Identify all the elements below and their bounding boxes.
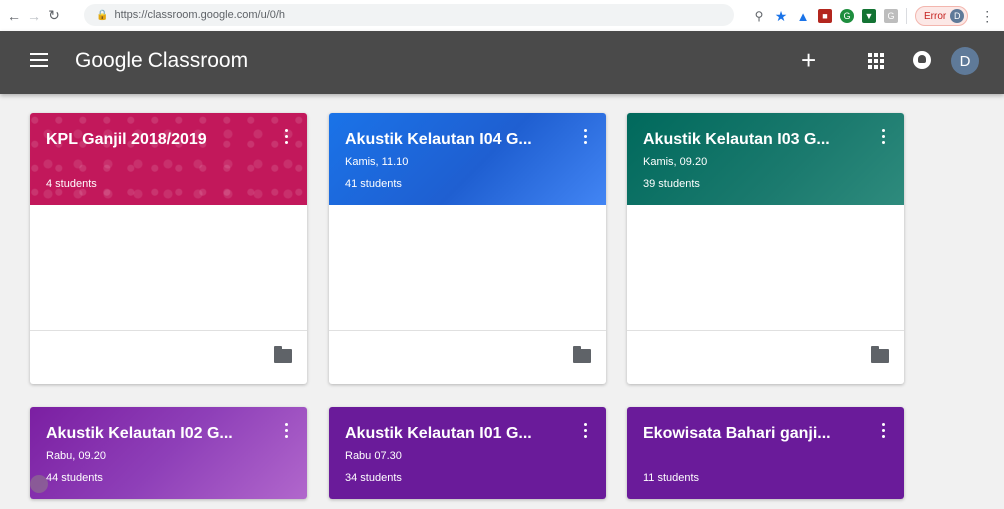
more-options-icon[interactable] <box>582 129 588 147</box>
toolbar-divider <box>906 8 907 24</box>
lock-icon: 🔒 <box>96 9 109 21</box>
add-class-icon[interactable]: + <box>801 46 816 74</box>
class-card-header[interactable]: Akustik Kelautan I02 G... Rabu, 09.20 44… <box>30 407 307 499</box>
class-card-header[interactable]: Akustik Kelautan I04 G... Kamis, 11.10 4… <box>329 113 606 205</box>
class-title[interactable]: KPL Ganjil 2018/2019 <box>46 131 266 149</box>
class-title[interactable]: Ekowisata Bahari ganji... <box>643 425 863 443</box>
class-title[interactable]: Akustik Kelautan I04 G... <box>345 131 565 149</box>
class-title[interactable]: Akustik Kelautan I03 G... <box>643 131 863 149</box>
class-card: Akustik Kelautan I01 G... Rabu 07.30 34 … <box>329 407 606 499</box>
more-options-icon[interactable] <box>283 129 289 147</box>
class-card: KPL Ganjil 2018/2019 4 students <box>30 113 307 384</box>
class-grid: KPL Ganjil 2018/2019 4 students Akustik … <box>0 94 1004 509</box>
notifications-icon[interactable] <box>913 51 931 69</box>
forward-icon[interactable]: → <box>24 6 44 26</box>
class-schedule: Rabu 07.30 <box>345 450 402 462</box>
extension-grey-icon[interactable]: G <box>884 9 898 23</box>
class-card-body <box>627 205 904 331</box>
student-count: 41 students <box>345 178 402 190</box>
grammarly-icon[interactable]: G <box>840 9 854 23</box>
folder-icon[interactable] <box>871 346 889 363</box>
student-count: 39 students <box>643 178 700 190</box>
graduation-cap-icon[interactable]: ▲ <box>796 9 810 24</box>
class-card: Akustik Kelautan I04 G... Kamis, 11.10 4… <box>329 113 606 384</box>
app-logo[interactable]: Google Classroom <box>75 49 248 73</box>
extension-green-icon[interactable]: ▼ <box>862 9 876 23</box>
class-card: Akustik Kelautan I03 G... Kamis, 09.20 3… <box>627 113 904 384</box>
class-schedule: Kamis, 11.10 <box>345 156 409 168</box>
address-bar[interactable]: 🔒 https://classroom.google.com/u/0/h <box>84 4 734 26</box>
folder-icon[interactable] <box>274 346 292 363</box>
back-icon[interactable]: ← <box>4 6 24 26</box>
class-card: Ekowisata Bahari ganji... 11 students <box>627 407 904 499</box>
classroom-header: Google Classroom + D <box>0 31 1004 94</box>
class-schedule: Rabu, 09.20 <box>46 450 106 462</box>
extension-red-icon[interactable]: ■ <box>818 9 832 23</box>
class-card-footer <box>30 331 307 384</box>
apps-grid-icon[interactable] <box>868 53 884 69</box>
more-options-icon[interactable] <box>880 129 886 147</box>
class-card-header[interactable]: KPL Ganjil 2018/2019 4 students <box>30 113 307 205</box>
browser-menu-icon[interactable]: ⋮ <box>980 8 994 25</box>
profile-avatar-small: D <box>950 9 965 23</box>
class-card-header[interactable]: Akustik Kelautan I01 G... Rabu 07.30 34 … <box>329 407 606 499</box>
help-bubble-icon[interactable] <box>30 475 48 493</box>
student-count: 34 students <box>345 472 402 484</box>
account-avatar[interactable]: D <box>951 47 979 75</box>
url-text: https://classroom.google.com/u/0/h <box>114 9 286 21</box>
brand-product: Classroom <box>147 49 249 72</box>
hamburger-menu-icon[interactable] <box>30 53 48 67</box>
class-card-body <box>30 205 307 331</box>
class-card: Akustik Kelautan I02 G... Rabu, 09.20 44… <box>30 407 307 499</box>
class-card-header[interactable]: Ekowisata Bahari ganji... 11 students <box>627 407 904 499</box>
class-schedule: Kamis, 09.20 <box>643 156 708 168</box>
profile-error-button[interactable]: Error D <box>915 6 969 26</box>
zoom-icon[interactable]: ⚲ <box>752 9 766 23</box>
reload-icon[interactable]: ↻ <box>44 6 64 26</box>
error-label: Error <box>924 10 947 22</box>
student-count: 4 students <box>46 178 97 190</box>
class-title[interactable]: Akustik Kelautan I01 G... <box>345 425 565 443</box>
brand-google: Google <box>75 49 143 72</box>
browser-toolbar: ← → ↻ 🔒 https://classroom.google.com/u/0… <box>0 0 1004 31</box>
class-title[interactable]: Akustik Kelautan I02 G... <box>46 425 266 443</box>
class-card-footer <box>627 331 904 384</box>
class-card-body <box>329 205 606 331</box>
student-count: 44 students <box>46 472 103 484</box>
student-count: 11 students <box>643 472 700 484</box>
more-options-icon[interactable] <box>283 423 289 441</box>
bookmark-star-icon[interactable]: ★ <box>774 8 788 24</box>
folder-icon[interactable] <box>573 346 591 363</box>
more-options-icon[interactable] <box>582 423 588 441</box>
class-card-footer <box>329 331 606 384</box>
more-options-icon[interactable] <box>880 423 886 441</box>
class-card-header[interactable]: Akustik Kelautan I03 G... Kamis, 09.20 3… <box>627 113 904 205</box>
extensions-area: ⚲ ★ ▲ ■ G ▼ G Error D ⋮ <box>752 6 994 26</box>
